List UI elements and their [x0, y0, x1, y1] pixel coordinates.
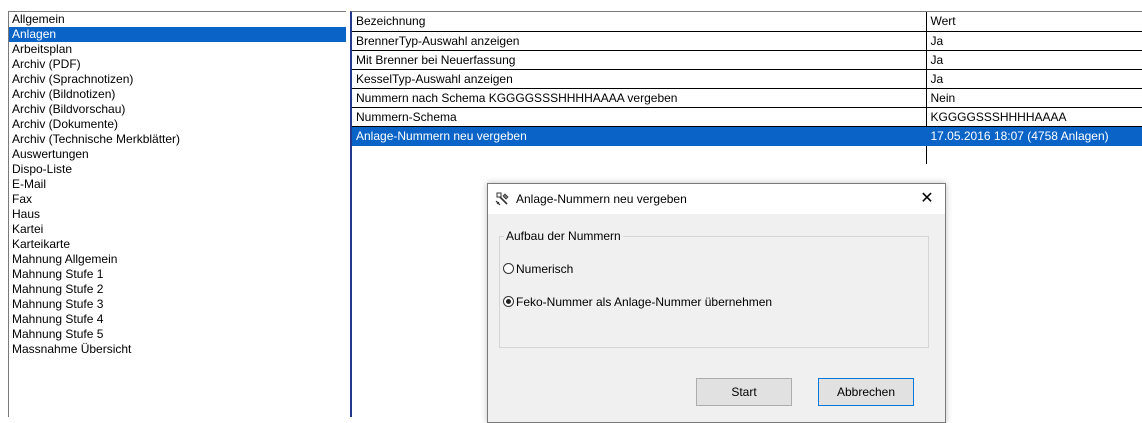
category-item[interactable]: Archiv (Bildvorschau)	[9, 102, 346, 117]
renumber-dialog: Anlage-Nummern neu vergeben ✕ Aufbau der…	[487, 183, 946, 423]
radio-button[interactable]	[503, 263, 514, 274]
category-item[interactable]: Mahnung Stufe 2	[9, 282, 346, 297]
category-item[interactable]: Mahnung Stufe 5	[9, 327, 346, 342]
category-item[interactable]: Allgemein	[9, 12, 346, 27]
cancel-button[interactable]: Abbrechen	[818, 378, 914, 406]
start-button[interactable]: Start	[696, 378, 792, 406]
radio-feko-nummer[interactable]: Feko-Nummer als Anlage-Nummer übernehmen	[503, 294, 772, 310]
property-name-cell[interactable]: Nummern-Schema	[352, 107, 927, 127]
close-icon[interactable]: ✕	[909, 184, 945, 214]
property-value-cell[interactable]: KGGGGSSSHHHHAAAA	[926, 107, 1142, 127]
category-list[interactable]: Allgemein Anlagen Arbeitsplan Archiv (PDF) A…	[8, 11, 346, 417]
category-item[interactable]: Arbeitsplan	[9, 42, 346, 57]
property-name-cell[interactable]: BrennerTyp-Auswahl anzeigen	[352, 31, 927, 51]
grid-header-row: Bezeichnung Wert	[352, 12, 1142, 32]
category-item[interactable]: Archiv (Dokumente)	[9, 117, 346, 132]
grid-row[interactable]: Nummern-Schema KGGGGSSSHHHHAAAA	[352, 107, 1142, 127]
property-value-cell[interactable]: Ja	[926, 31, 1142, 51]
category-item[interactable]: Mahnung Allgemein	[9, 252, 346, 267]
category-item[interactable]: Archiv (Bildnotizen)	[9, 87, 346, 102]
column-header-wert[interactable]: Wert	[926, 12, 1142, 32]
grid-row[interactable]: Nummern nach Schema KGGGGSSSHHHHAAAA ver…	[352, 88, 1142, 108]
grid-row[interactable]: Mit Brenner bei Neuerfassung Ja	[352, 50, 1142, 70]
category-item[interactable]: Kartei	[9, 222, 346, 237]
property-value-cell[interactable]: Nein	[926, 88, 1142, 108]
column-header-bezeichnung[interactable]: Bezeichnung	[352, 12, 927, 32]
empty-cell	[926, 145, 1142, 164]
category-item[interactable]: Archiv (PDF)	[9, 57, 346, 72]
grid-row[interactable]: BrennerTyp-Auswahl anzeigen Ja	[352, 31, 1142, 51]
app-tools-icon	[495, 192, 509, 206]
dialog-titlebar[interactable]: Anlage-Nummern neu vergeben ✕	[488, 184, 945, 214]
category-item[interactable]: Mahnung Stufe 3	[9, 297, 346, 312]
category-item[interactable]: Mahnung Stufe 4	[9, 312, 346, 327]
empty-cell	[352, 145, 927, 164]
property-name-cell[interactable]: KesselTyp-Auswahl anzeigen	[352, 69, 927, 89]
grid-empty-row	[352, 145, 1142, 164]
property-table: Bezeichnung Wert BrennerTyp-Auswahl anzeig…	[352, 12, 1142, 164]
grid-row[interactable]: Anlage-Nummern neu vergeben 17.05.2016 18…	[352, 126, 1142, 146]
property-name-cell[interactable]: Anlage-Nummern neu vergeben	[352, 126, 927, 146]
dialog-title: Anlage-Nummern neu vergeben	[516, 192, 687, 206]
property-name-cell[interactable]: Mit Brenner bei Neuerfassung	[352, 50, 927, 70]
category-item[interactable]: Auswertungen	[9, 147, 346, 162]
radio-button[interactable]	[503, 296, 514, 307]
radio-label: Numerisch	[516, 262, 574, 276]
property-value-cell[interactable]: Ja	[926, 50, 1142, 70]
category-item[interactable]: Anlagen	[9, 27, 346, 42]
category-item[interactable]: E-Mail	[9, 177, 346, 192]
radio-numerisch[interactable]: Numerisch	[503, 261, 573, 277]
category-item[interactable]: Mahnung Stufe 1	[9, 267, 346, 282]
category-item[interactable]: Fax	[9, 192, 346, 207]
category-item[interactable]: Dispo-Liste	[9, 162, 346, 177]
grid-row[interactable]: KesselTyp-Auswahl anzeigen Ja	[352, 69, 1142, 89]
radio-label: Feko-Nummer als Anlage-Nummer übernehmen	[516, 295, 773, 309]
property-name-cell[interactable]: Nummern nach Schema KGGGGSSSHHHHAAAA ver…	[352, 88, 927, 108]
groupbox-label: Aufbau der Nummern	[504, 229, 623, 243]
category-item[interactable]: Archiv (Technische Merkblätter)	[9, 132, 346, 147]
property-value-cell[interactable]: 17.05.2016 18:07 (4758 Anlagen)	[926, 126, 1142, 146]
numbering-groupbox: Aufbau der Nummern	[499, 229, 929, 348]
category-item[interactable]: Massnahme Übersicht	[9, 342, 346, 357]
category-item[interactable]: Karteikarte	[9, 237, 346, 252]
property-value-cell[interactable]: Ja	[926, 69, 1142, 89]
category-item[interactable]: Haus	[9, 207, 346, 222]
category-item[interactable]: Archiv (Sprachnotizen)	[9, 72, 346, 87]
